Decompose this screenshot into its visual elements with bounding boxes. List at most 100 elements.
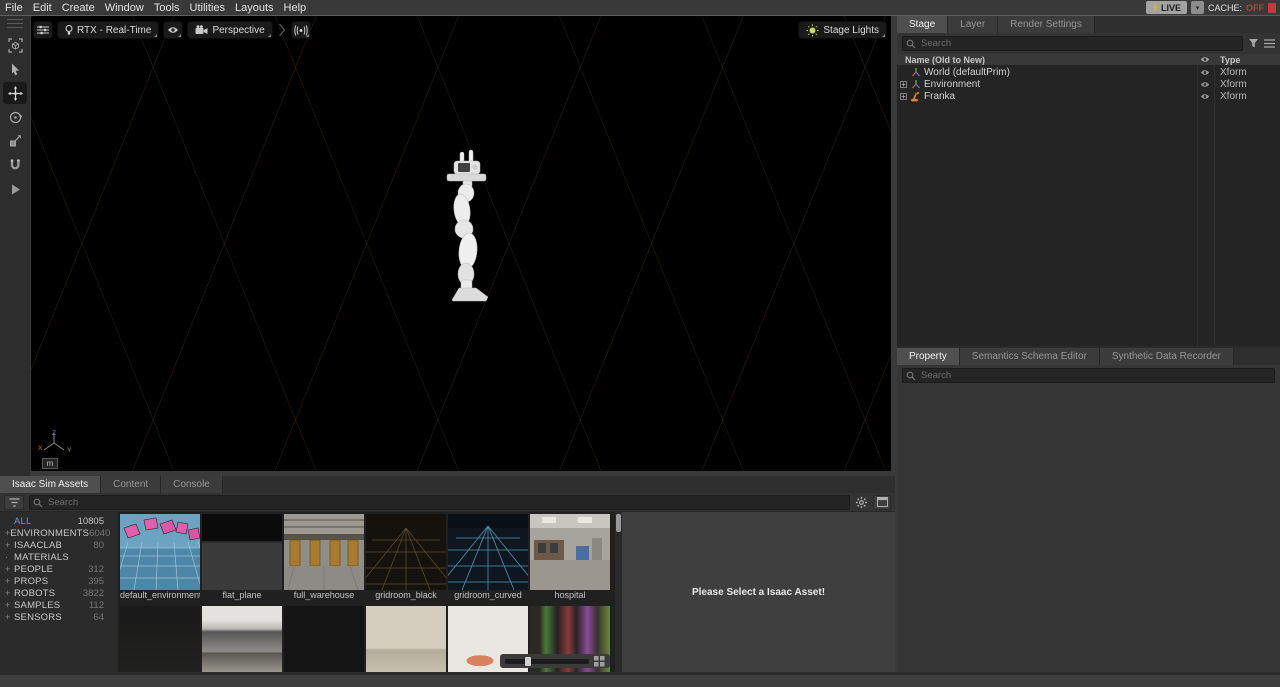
gear-icon[interactable] <box>855 496 868 509</box>
asset-thumbnail-partial[interactable] <box>120 606 200 672</box>
grid-view-icon[interactable] <box>594 656 605 667</box>
cursor-icon <box>8 62 22 76</box>
lightning-icon <box>1152 2 1159 13</box>
toolbar-grip[interactable] <box>7 19 23 20</box>
expander-icon[interactable]: + <box>900 81 907 88</box>
tab-synthetic-data-recorder[interactable]: Synthetic Data Recorder <box>1100 348 1234 365</box>
rotate-tool-button[interactable] <box>3 106 27 128</box>
snap-tool-button[interactable] <box>3 154 27 176</box>
renderer-selector[interactable]: RTX - Real-Time <box>57 21 159 39</box>
property-panel: Property Semantics Schema Editor Synthet… <box>897 346 1280 672</box>
asset-thumbnail[interactable]: gridroom_curved <box>448 514 528 602</box>
thumbnail-size-slider[interactable] <box>500 654 610 668</box>
tab-stage[interactable]: Stage <box>897 16 948 33</box>
options-menu-icon[interactable] <box>1264 39 1275 48</box>
scrollbar-thumb[interactable] <box>616 514 621 532</box>
category-people[interactable]: + PEOPLE 312 <box>0 563 118 575</box>
tab-content[interactable]: Content <box>101 476 161 493</box>
cursor-tool-button[interactable] <box>3 58 27 80</box>
column-divider <box>1197 65 1198 346</box>
visibility-column-icon <box>1196 56 1214 63</box>
category-robots[interactable]: + ROBOTS 3822 <box>0 587 118 599</box>
play-button[interactable] <box>3 178 27 200</box>
tab-render-settings[interactable]: Render Settings <box>998 16 1095 33</box>
rotate-icon <box>8 110 23 125</box>
renderer-light-icon <box>65 25 73 36</box>
category-sensors[interactable]: + SENSORS 64 <box>0 611 118 623</box>
stage-row-environment[interactable]: + Environment Xform <box>897 78 1280 90</box>
property-search-input[interactable] <box>902 368 1275 383</box>
filter-icon[interactable] <box>1248 38 1259 49</box>
tab-isaac-sim-assets[interactable]: Isaac Sim Assets <box>0 476 101 493</box>
asset-thumbnail[interactable]: full_warehouse <box>284 514 364 602</box>
asset-thumbnail-partial[interactable] <box>284 606 364 672</box>
visibility-eye-icon[interactable] <box>1196 81 1214 88</box>
category-samples[interactable]: + SAMPLES 112 <box>0 599 118 611</box>
category-props[interactable]: + PROPS 395 <box>0 575 118 587</box>
move-tool-button[interactable] <box>3 82 27 104</box>
asset-thumbnail[interactable]: flat_plane <box>202 514 282 602</box>
visibility-button[interactable] <box>163 21 183 39</box>
category-environments[interactable]: + ENVIRONMENTS 6040 <box>0 527 118 539</box>
tab-semantics-schema-editor[interactable]: Semantics Schema Editor <box>960 348 1100 365</box>
tab-property[interactable]: Property <box>897 348 960 365</box>
camera-selector[interactable]: Perspective <box>187 21 272 39</box>
select-mode-button[interactable] <box>3 34 27 56</box>
viewport-settings-button[interactable] <box>33 21 53 39</box>
menu-create[interactable]: Create <box>57 1 100 15</box>
viewport-toolbar: RTX - Real-Time Perspective <box>33 21 311 39</box>
xform-axis-icon <box>909 67 922 77</box>
slider-track[interactable] <box>505 659 589 664</box>
menu-help[interactable]: Help <box>279 1 312 15</box>
right-panel: Stage Layer Render Settings Name (Old to… <box>897 16 1280 672</box>
capture-sensor-icon <box>294 25 308 36</box>
expander-icon[interactable]: + <box>900 93 907 100</box>
slider-handle[interactable] <box>525 657 531 666</box>
scale-tool-button[interactable] <box>3 130 27 152</box>
assets-filter-button[interactable] <box>4 495 24 510</box>
menu-tools[interactable]: Tools <box>149 1 185 15</box>
menu-layouts[interactable]: Layouts <box>230 1 279 15</box>
tab-layer[interactable]: Layer <box>948 16 998 33</box>
camera-icon <box>195 25 208 35</box>
viewport-3d[interactable]: RTX - Real-Time Perspective <box>31 16 891 471</box>
asset-thumbnail[interactable]: gridroom_black <box>366 514 446 602</box>
menu-edit[interactable]: Edit <box>28 1 57 15</box>
stage-search-input[interactable] <box>902 36 1243 51</box>
search-icon <box>906 371 916 381</box>
move-icon <box>8 86 23 101</box>
category-isaaclab[interactable]: + ISAACLAB 80 <box>0 539 118 551</box>
tab-console[interactable]: Console <box>161 476 223 493</box>
visibility-eye-icon[interactable] <box>1196 93 1214 100</box>
visibility-eye-icon[interactable] <box>1196 69 1214 76</box>
stage-row-world[interactable]: World (defaultPrim) Xform <box>897 66 1280 78</box>
column-name[interactable]: Name (Old to New) <box>897 55 1196 65</box>
asset-thumbnail[interactable]: default_environment <box>120 514 200 602</box>
category-all[interactable]: ALL 10805 <box>0 515 118 527</box>
menu-utilities[interactable]: Utilities <box>185 1 230 15</box>
asset-thumbnail[interactable]: hospital <box>530 514 610 602</box>
asset-grid-scrollbar[interactable] <box>615 512 622 672</box>
viewport-settings-icon <box>37 25 49 35</box>
column-type[interactable]: Type <box>1214 55 1280 65</box>
live-dropdown[interactable]: ▾ <box>1191 1 1204 14</box>
stage-tree-header: Name (Old to New) Type <box>897 54 1280 65</box>
live-button[interactable]: LIVE <box>1146 1 1187 14</box>
asset-thumbnail-partial[interactable] <box>366 606 446 672</box>
assets-search-input[interactable] <box>29 495 850 510</box>
category-materials[interactable]: · MATERIALS <box>0 551 118 563</box>
panel-options-button[interactable] <box>873 495 891 510</box>
asset-thumbnail-partial[interactable] <box>202 606 282 672</box>
units-indicator[interactable]: m <box>42 458 58 469</box>
menu-window[interactable]: Window <box>100 1 149 15</box>
menu-file[interactable]: File <box>0 1 28 15</box>
prim-name: Franka <box>924 91 955 102</box>
stage-row-franka[interactable]: + Franka Xform <box>897 90 1280 102</box>
franka-robot-model[interactable] <box>426 148 506 306</box>
asset-preview-default-environment <box>120 514 200 590</box>
axis-gizmo[interactable]: Z X Y <box>37 429 75 457</box>
prim-name: World (defaultPrim) <box>924 67 1010 78</box>
stage-lights-button[interactable]: Stage Lights <box>798 21 887 39</box>
capture-sensor-button[interactable] <box>291 21 311 39</box>
asset-preview-gridroom-black <box>366 514 446 590</box>
